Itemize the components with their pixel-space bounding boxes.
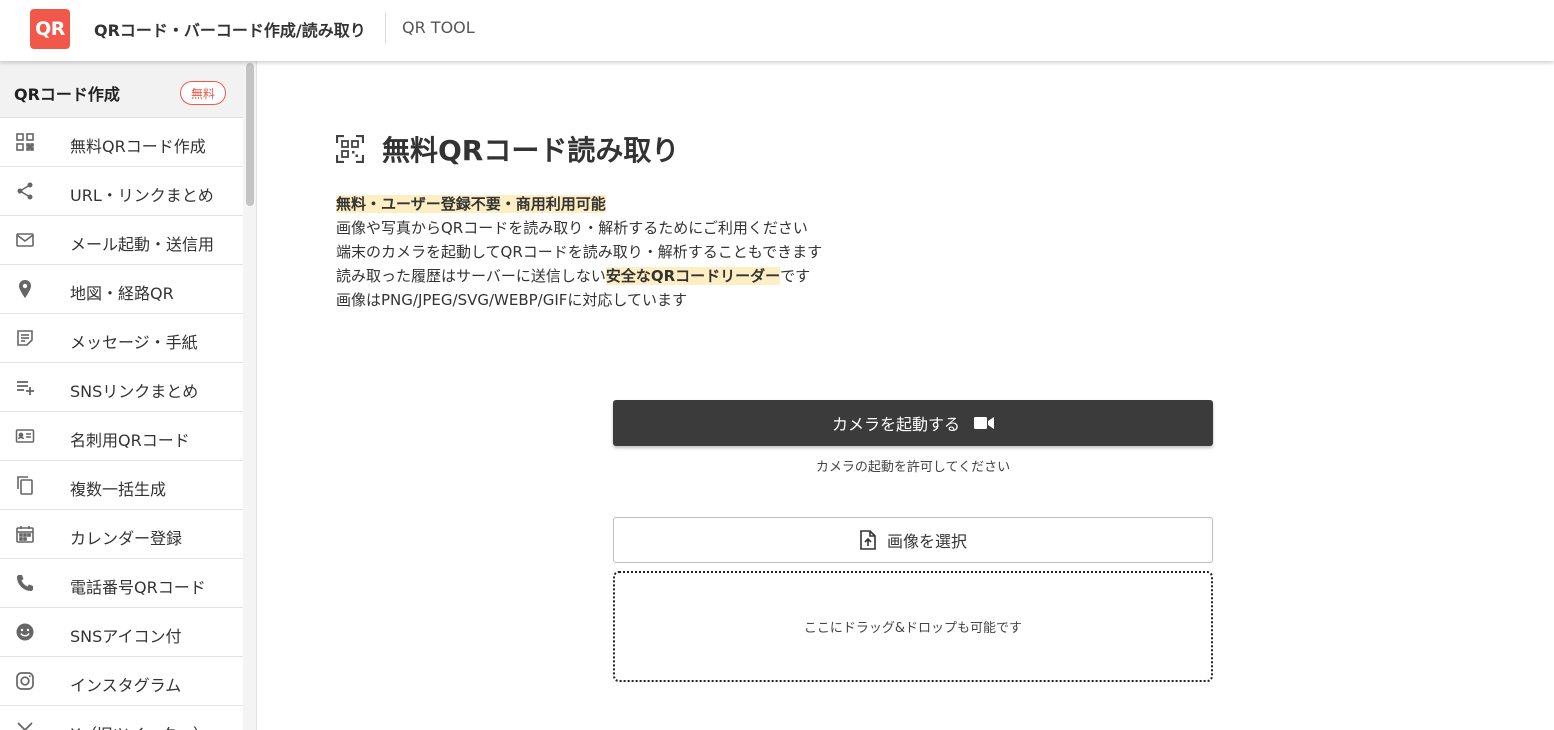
page-title: 無料QRコード読み取り — [382, 134, 680, 167]
description-line: 端末のカメラを起動してQRコードを読み取り・解析することもできます — [336, 243, 823, 261]
drop-zone-text: ここにドラッグ&ドロップも可能です — [803, 621, 1023, 636]
sidebar: QRコード作成 無料 無料QRコード作成 URL・リンクまとめ メール起動・送信… — [0, 61, 243, 730]
sidebar-item-bulk[interactable]: 複数一括生成 — [0, 461, 243, 510]
description-line: 画像はPNG/JPEG/SVG/WEBP/GIFに対応しています — [336, 291, 687, 309]
sidebar-item-phone[interactable]: 電話番号QRコード — [0, 559, 243, 608]
site-logo[interactable]: QR — [30, 9, 70, 49]
start-camera-button[interactable]: カメラを起動する — [613, 400, 1213, 446]
secure-highlight: 安全なQRコードリーダー — [605, 267, 781, 285]
sidebar-item-label: X（旧ツイッター） — [70, 721, 209, 730]
sidebar-item-map[interactable]: 地図・経路QR — [0, 265, 243, 314]
sidebar-scrollbar[interactable] — [243, 61, 257, 730]
mail-icon — [16, 233, 34, 247]
sidebar-scrollbar-thumb[interactable] — [246, 63, 254, 206]
description-line: 読み取った履歴はサーバーに送信しない安全なQRコードリーダーです — [336, 267, 811, 285]
sidebar-item-label: インスタグラム — [70, 676, 182, 695]
sidebar-item-instagram[interactable]: インスタグラム — [0, 657, 243, 706]
sidebar-item-label: 複数一括生成 — [70, 480, 167, 499]
select-image-label: 画像を選択 — [886, 532, 967, 551]
start-camera-label: カメラを起動する — [831, 415, 960, 434]
instagram-icon — [16, 672, 34, 690]
sidebar-item-business-card[interactable]: 名刺用QRコード — [0, 412, 243, 461]
main-content: 無料QRコード読み取り 無料・ユーザー登録不要・商用利用可能 画像や写真からQR… — [258, 61, 1554, 730]
video-camera-icon — [974, 417, 994, 429]
site-title[interactable]: QRコード・バーコード作成/読み取り — [94, 17, 366, 41]
header-divider — [385, 12, 386, 44]
description-line: 画像や写真からQRコードを読み取り・解析するためにご利用ください — [336, 219, 808, 237]
smiley-icon — [16, 623, 34, 641]
drag-drop-zone[interactable]: ここにドラッグ&ドロップも可能です — [613, 571, 1213, 682]
description: 無料・ユーザー登録不要・商用利用可能 画像や写真からQRコードを読み取り・解析す… — [336, 192, 822, 312]
sidebar-item-sns-links[interactable]: SNSリンクまとめ — [0, 363, 243, 412]
qr-scan-icon — [336, 135, 364, 163]
sidebar-item-x[interactable]: X（旧ツイッター） — [0, 706, 243, 730]
sidebar-item-label: 無料QRコード作成 — [70, 137, 206, 156]
phone-icon — [17, 575, 33, 591]
note-icon — [17, 330, 33, 346]
share-icon — [17, 182, 33, 200]
sidebar-item-message[interactable]: メッセージ・手紙 — [0, 314, 243, 363]
sidebar-item-label: メール起動・送信用 — [70, 235, 215, 254]
sidebar-item-free-qr[interactable]: 無料QRコード作成 — [0, 118, 243, 167]
sidebar-item-label: 地図・経路QR — [70, 284, 174, 303]
header-bar: QR QRコード・バーコード作成/読み取り QR TOOL — [0, 0, 1554, 61]
calendar-icon — [16, 526, 34, 543]
camera-permission-note: カメラの起動を許可してください — [815, 460, 1011, 475]
copy-icon — [17, 476, 33, 495]
map-pin-icon — [19, 280, 31, 298]
free-badge: 無料 — [180, 81, 226, 105]
x-icon — [17, 722, 33, 730]
playlist-add-icon — [17, 381, 34, 395]
sidebar-item-label: 電話番号QRコード — [70, 578, 206, 597]
sidebar-item-url[interactable]: URL・リンクまとめ — [0, 167, 243, 216]
sidebar-item-mail[interactable]: メール起動・送信用 — [0, 216, 243, 265]
sidebar-item-label: URL・リンクまとめ — [70, 186, 214, 205]
select-image-button[interactable]: 画像を選択 — [613, 517, 1213, 563]
sidebar-item-label: カレンダー登録 — [70, 529, 183, 548]
file-upload-icon — [860, 530, 876, 550]
sidebar-item-label: SNSアイコン付 — [70, 627, 182, 646]
business-card-icon — [15, 429, 35, 443]
sidebar-heading-row[interactable]: QRコード作成 無料 — [0, 61, 243, 118]
site-subtitle[interactable]: QR TOOL — [402, 18, 475, 37]
page-title-row: 無料QRコード読み取り — [336, 129, 679, 169]
sidebar-item-sns-icon[interactable]: SNSアイコン付 — [0, 608, 243, 657]
sidebar-heading: QRコード作成 — [14, 85, 120, 104]
sidebar-item-label: SNSリンクまとめ — [70, 382, 199, 401]
sidebar-item-label: メッセージ・手紙 — [70, 333, 198, 352]
feature-highlight: 無料・ユーザー登録不要・商用利用可能 — [336, 195, 606, 213]
qr-grid-icon — [16, 133, 34, 151]
sidebar-item-label: 名刺用QRコード — [70, 431, 190, 450]
sidebar-item-calendar[interactable]: カレンダー登録 — [0, 510, 243, 559]
